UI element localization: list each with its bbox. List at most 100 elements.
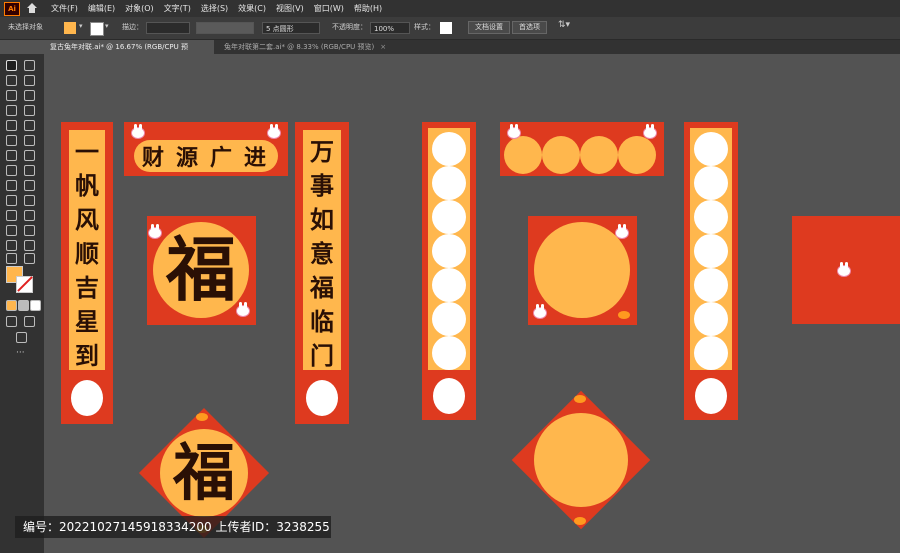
curvature-tool-icon[interactable] bbox=[24, 90, 35, 101]
bunny-icon bbox=[506, 124, 522, 138]
stroke-label: 描边： bbox=[122, 23, 143, 31]
blank-circle bbox=[504, 136, 542, 174]
bunny-icon bbox=[836, 262, 852, 276]
blank-couplet-left[interactable] bbox=[422, 122, 476, 420]
couplet-char: 到 bbox=[75, 342, 99, 370]
blank-circle bbox=[694, 336, 728, 370]
couplet-char: 风 bbox=[75, 206, 99, 234]
eraser-icon[interactable] bbox=[24, 135, 35, 146]
image-id-watermark: 编号：20221027145918334200 上传者ID：3238255 bbox=[15, 516, 331, 538]
direct-selection-tool-icon[interactable] bbox=[24, 60, 35, 71]
tab-document-2[interactable]: 兔年对联第二套.ai* @ 8.33% (RGB/CPU 预览) × bbox=[218, 40, 393, 54]
color-mode-icon[interactable] bbox=[6, 300, 17, 311]
symbol-sprayer-icon[interactable] bbox=[6, 225, 17, 236]
home-icon[interactable] bbox=[26, 2, 38, 15]
gradient-tool-icon[interactable] bbox=[24, 195, 35, 206]
fu-char: 福 bbox=[166, 229, 236, 311]
right-couplet[interactable]: 万 事 如 意 福 临 门 bbox=[295, 122, 349, 424]
chevron-down-icon[interactable]: ▾ bbox=[79, 22, 83, 30]
chevron-down-icon[interactable]: ▾ bbox=[105, 22, 109, 30]
blank-fu-square[interactable] bbox=[528, 216, 637, 325]
orange-decoration bbox=[574, 395, 586, 403]
style-label: 样式： bbox=[414, 23, 435, 31]
lasso-icon[interactable] bbox=[24, 75, 35, 86]
menu-type[interactable]: 文字(T) bbox=[159, 3, 196, 14]
couplet-char: 帆 bbox=[75, 172, 99, 200]
free-transform-icon[interactable] bbox=[24, 165, 35, 176]
stroke-weight-field[interactable] bbox=[146, 22, 190, 34]
magic-wand-icon[interactable] bbox=[6, 75, 17, 86]
fill-swatch[interactable] bbox=[64, 22, 76, 34]
rotate-tool-icon[interactable] bbox=[6, 150, 17, 161]
type-tool-icon[interactable] bbox=[6, 105, 17, 116]
tab-document-1[interactable]: 复古兔年对联.ai* @ 16.67% (RGB/CPU 预览)× bbox=[44, 40, 214, 65]
paintbrush-icon[interactable] bbox=[24, 120, 35, 131]
brush-definition-field[interactable]: 5 点圆形 bbox=[262, 22, 320, 34]
couplet-char: 事 bbox=[310, 172, 334, 200]
style-swatch[interactable] bbox=[440, 22, 452, 34]
opacity-field[interactable]: 100% bbox=[370, 22, 410, 34]
variable-width-field[interactable] bbox=[196, 22, 254, 34]
menu-file[interactable]: 文件(F) bbox=[46, 3, 83, 14]
stroke-swatch[interactable] bbox=[90, 22, 104, 36]
red-background-artboard[interactable] bbox=[792, 216, 900, 324]
more-tools-icon[interactable]: ··· bbox=[16, 348, 25, 358]
blank-circle bbox=[432, 302, 466, 336]
scale-tool-icon[interactable] bbox=[24, 150, 35, 161]
doc-setup-button[interactable]: 文档设置 bbox=[468, 21, 510, 34]
blend-tool-icon[interactable] bbox=[24, 210, 35, 221]
blank-circle bbox=[694, 132, 728, 166]
couplet-char: 如 bbox=[310, 206, 334, 234]
eyedropper-icon[interactable] bbox=[6, 210, 17, 221]
column-graph-icon[interactable] bbox=[24, 225, 35, 236]
fu-char: 福 bbox=[172, 436, 235, 509]
menu-select[interactable]: 选择(S) bbox=[196, 3, 233, 14]
shape-builder-icon[interactable] bbox=[6, 180, 17, 191]
stroke-color-icon[interactable] bbox=[16, 276, 33, 293]
draw-inside-icon[interactable] bbox=[24, 316, 35, 327]
blank-couplet-right[interactable] bbox=[684, 122, 738, 420]
blank-circle bbox=[432, 234, 466, 268]
blank-circle bbox=[694, 200, 728, 234]
width-tool-icon[interactable] bbox=[6, 165, 17, 176]
orange-decoration bbox=[574, 517, 586, 525]
menu-view[interactable]: 视图(V) bbox=[271, 3, 309, 14]
control-bar: 未选择对象 ▾ ▾ 描边： 5 点圆形 不透明度： 100% 样式： 文档设置 … bbox=[0, 17, 900, 40]
close-icon[interactable]: × bbox=[380, 43, 386, 51]
couplet-char: 临 bbox=[310, 308, 334, 336]
horizontal-scroll[interactable]: 财 源 广 进 bbox=[124, 122, 288, 176]
rectangle-tool-icon[interactable] bbox=[6, 120, 17, 131]
pen-tool-icon[interactable] bbox=[6, 90, 17, 101]
gradient-mode-icon[interactable] bbox=[18, 300, 29, 311]
menu-window[interactable]: 窗口(W) bbox=[309, 3, 349, 14]
menu-effect[interactable]: 效果(C) bbox=[233, 3, 271, 14]
rabbit-illustration bbox=[433, 378, 465, 414]
zoom-tool-icon[interactable] bbox=[24, 253, 35, 264]
draw-mode-icon[interactable] bbox=[6, 316, 17, 327]
arrange-icon[interactable]: ⇅▾ bbox=[558, 20, 570, 30]
fu-square[interactable]: 福 bbox=[147, 216, 256, 325]
menu-edit[interactable]: 编辑(E) bbox=[83, 3, 120, 14]
slice-tool-icon[interactable] bbox=[24, 240, 35, 251]
preferences-button[interactable]: 首选项 bbox=[512, 21, 547, 34]
illustrator-logo: Ai bbox=[4, 1, 20, 16]
left-couplet[interactable]: 一 帆 风 顺 吉 星 到 bbox=[61, 122, 113, 424]
blank-horizontal-scroll[interactable] bbox=[500, 122, 664, 176]
none-mode-icon[interactable] bbox=[30, 300, 41, 311]
artboard-canvas[interactable]: 一 帆 风 顺 吉 星 到 财 源 广 进 福 福 万 事 如 意 福 临 门 bbox=[44, 54, 900, 553]
mesh-tool-icon[interactable] bbox=[6, 195, 17, 206]
bunny-icon bbox=[130, 124, 146, 138]
shaper-tool-icon[interactable] bbox=[6, 135, 17, 146]
menu-object[interactable]: 对象(O) bbox=[120, 3, 159, 14]
blank-fu-diamond[interactable] bbox=[511, 390, 651, 530]
menu-help[interactable]: 帮助(H) bbox=[349, 3, 387, 14]
artboard-tool-icon[interactable] bbox=[6, 240, 17, 251]
bunny-icon bbox=[266, 124, 282, 138]
menu-bar: Ai 文件(F) 编辑(E) 对象(O) 文字(T) 选择(S) 效果(C) 视… bbox=[0, 0, 900, 17]
perspective-grid-icon[interactable] bbox=[24, 180, 35, 191]
line-tool-icon[interactable] bbox=[24, 105, 35, 116]
hand-tool-icon[interactable] bbox=[6, 253, 17, 264]
couplet-char: 福 bbox=[310, 274, 334, 302]
screen-mode-icon[interactable] bbox=[16, 332, 27, 343]
selection-tool-icon[interactable] bbox=[6, 60, 17, 71]
